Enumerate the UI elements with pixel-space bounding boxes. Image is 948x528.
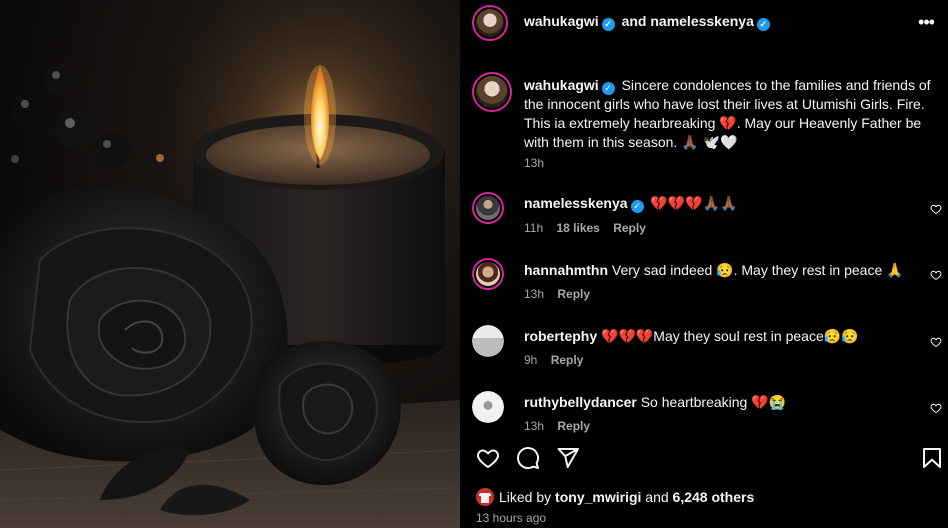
commenter-username[interactable]: robertephy — [524, 328, 597, 344]
reply-button[interactable]: Reply — [613, 221, 646, 235]
commenter-username[interactable]: hannahmthn — [524, 262, 608, 278]
comment-icon[interactable] — [516, 446, 540, 470]
caption-username[interactable]: wahukagwi — [524, 77, 599, 93]
like-comment-heart-icon[interactable] — [930, 402, 942, 414]
commenter-username[interactable]: ruthybellydancer — [524, 394, 637, 410]
author-avatar[interactable] — [472, 5, 508, 41]
like-comment-heart-icon[interactable] — [930, 269, 942, 281]
comment-text: Very sad indeed 😥. May they rest in peac… — [611, 262, 904, 278]
liker-avatar[interactable] — [476, 488, 494, 506]
caption-meta: 13h — [524, 156, 554, 170]
more-options-icon[interactable]: ••• — [914, 10, 938, 34]
candle-and-black-roses-illustration — [0, 0, 460, 528]
like-comment-heart-icon[interactable] — [930, 203, 942, 215]
liked-by-others[interactable]: 6,248 others — [673, 489, 755, 505]
liked-by-prefix: Liked by — [499, 489, 552, 505]
comment-time: 11h — [524, 221, 544, 235]
comment-likes[interactable]: 18 likes — [556, 221, 599, 235]
collaborator-username[interactable]: namelesskenya — [650, 13, 754, 29]
comment-body: ruthybellydancer So heartbreaking 💔😭 — [524, 393, 924, 412]
post-image — [0, 0, 460, 528]
verified-badge-icon: ✓ — [601, 82, 615, 95]
comment-time: 13h — [524, 419, 545, 433]
like-comment-heart-icon[interactable] — [930, 336, 942, 348]
comment-text: 💔💔💔May they soul rest in peace😥😥 — [601, 328, 859, 344]
verified-badge-icon: ✓ — [630, 200, 644, 213]
likes-summary: Liked by tony_mwirigi and 6,248 others — [476, 488, 754, 506]
reply-button[interactable]: Reply — [551, 353, 584, 367]
post-header: wahukagwi ✓ and namelesskenya ✓ ••• — [460, 0, 948, 46]
heart-icon[interactable] — [476, 446, 500, 470]
bookmark-icon[interactable] — [920, 446, 944, 470]
comment-text: So heartbreaking 💔😭 — [640, 394, 787, 410]
post-details-panel: wahukagwi ✓ and namelesskenya ✓ ••• wahuka… — [460, 0, 948, 528]
post-timestamp[interactable]: 13 hours ago — [476, 511, 546, 525]
caption-text-block: wahukagwi ✓ Sincere condolences to the fa… — [524, 76, 934, 152]
comment-body: robertephy 💔💔💔May they soul rest in peac… — [524, 327, 924, 346]
commenter-avatar[interactable] — [472, 258, 504, 290]
post-authors: wahukagwi ✓ and namelesskenya ✓ — [524, 13, 773, 31]
commenter-avatar[interactable] — [472, 192, 504, 224]
verified-badge-icon: ✓ — [756, 18, 770, 31]
and-label: and — [621, 13, 647, 29]
caption-author-avatar[interactable] — [472, 72, 512, 112]
reply-button[interactable]: Reply — [557, 419, 590, 433]
comment-meta: 13h Reply — [524, 419, 600, 433]
liked-by-username[interactable]: tony_mwirigi — [555, 489, 641, 505]
comment-meta: 9h Reply — [524, 353, 593, 367]
caption-time: 13h — [524, 156, 545, 170]
verified-badge-icon: ✓ — [601, 18, 615, 31]
share-icon[interactable] — [556, 446, 580, 470]
comment-time: 9h — [524, 353, 538, 367]
comment-meta: 11h 18 likes Reply — [524, 221, 656, 235]
comment-time: 13h — [524, 287, 545, 301]
comment-meta: 13h Reply — [524, 287, 600, 301]
liked-by-and: and — [645, 489, 669, 505]
commenter-avatar[interactable] — [472, 391, 504, 423]
comment-body: hannahmthn Very sad indeed 😥. May they r… — [524, 261, 924, 280]
author-username[interactable]: wahukagwi — [524, 13, 599, 29]
comment-body: namelesskenya ✓ 💔💔💔🙏🏾🙏🏾 — [524, 194, 924, 213]
comment-text: 💔💔💔🙏🏾🙏🏾 — [650, 195, 738, 211]
post-actions-bar — [476, 446, 942, 474]
commenter-avatar[interactable] — [472, 325, 504, 357]
reply-button[interactable]: Reply — [557, 287, 590, 301]
commenter-username[interactable]: namelesskenya — [524, 195, 628, 211]
